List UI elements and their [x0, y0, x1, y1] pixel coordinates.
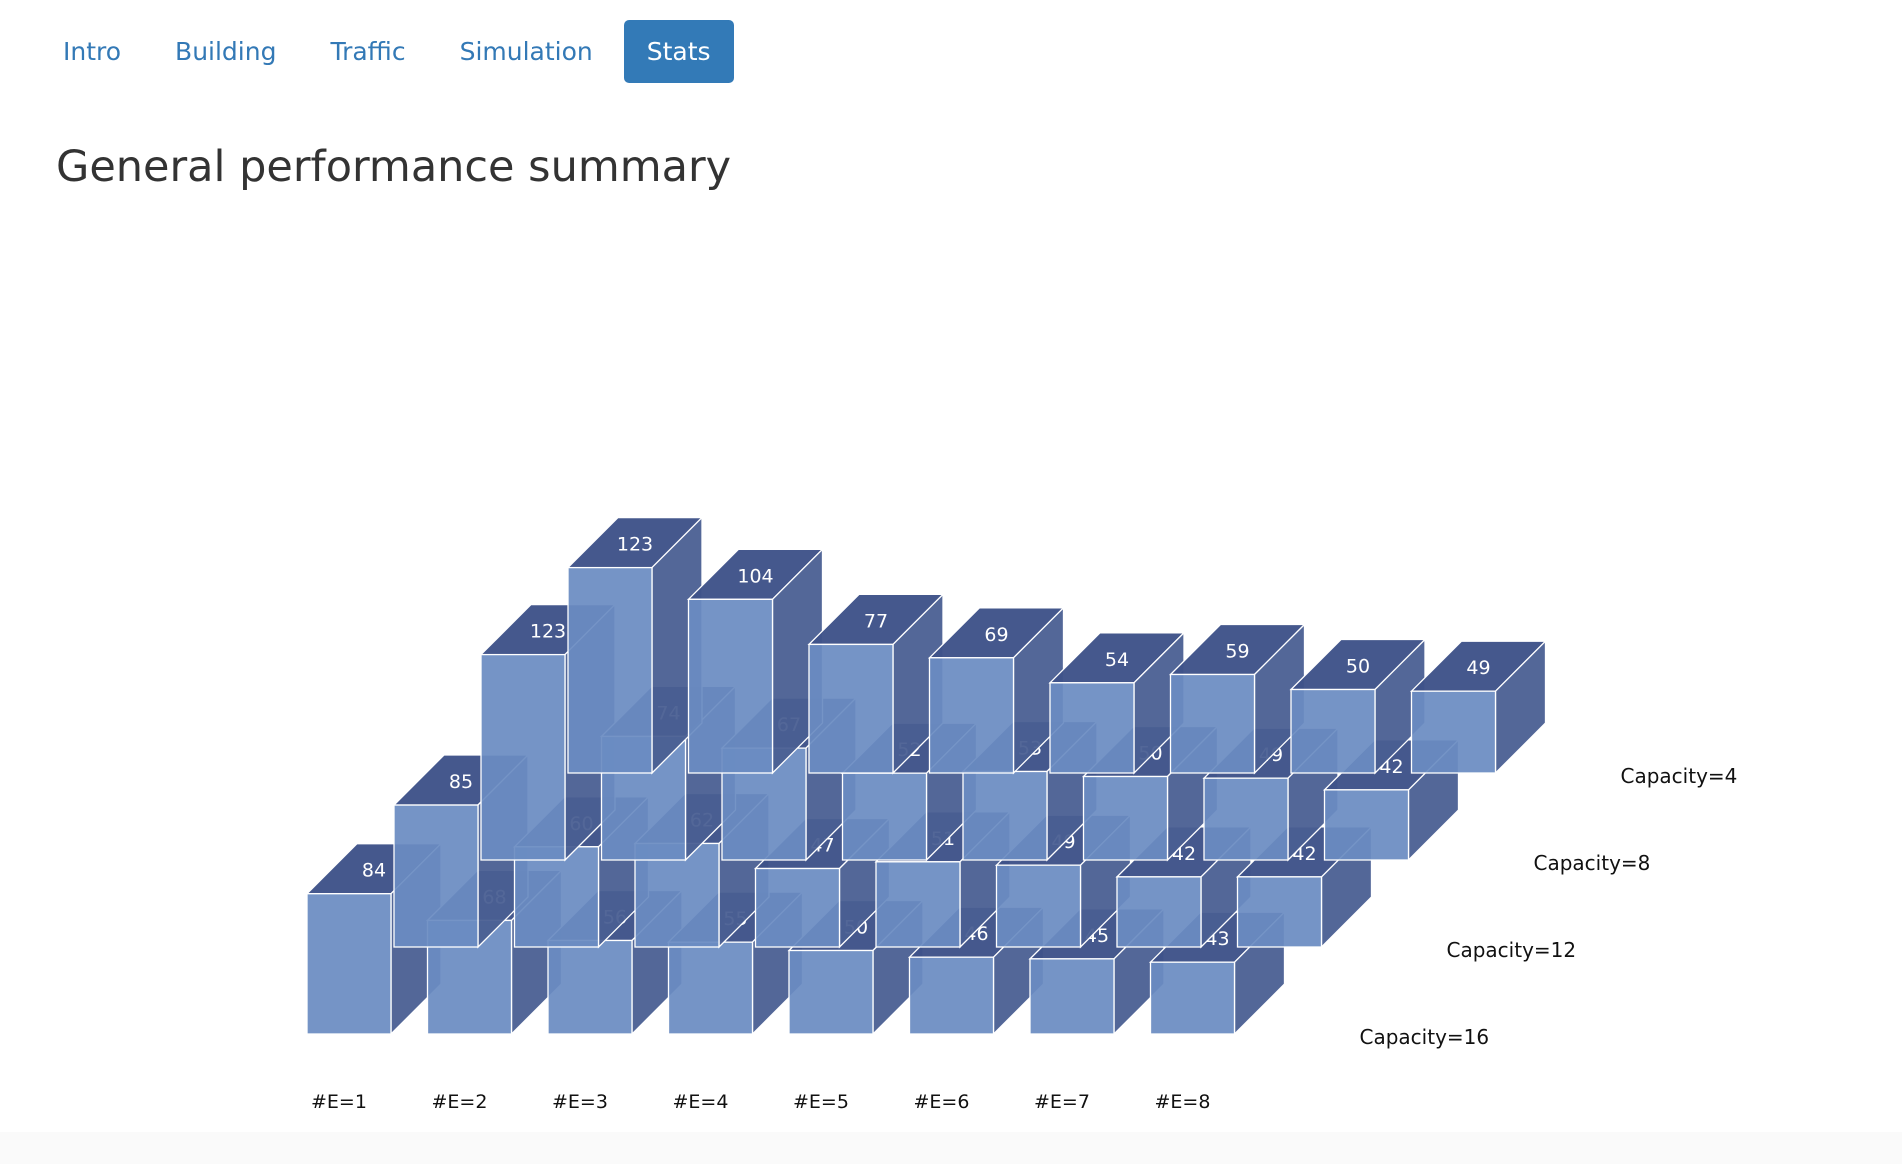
bar-front	[393, 804, 479, 948]
bar-front	[875, 861, 961, 948]
data-label: 59	[1225, 640, 1249, 662]
data-label: 54	[1105, 649, 1129, 671]
series-label: Capacity=16	[1360, 1025, 1490, 1049]
bar-front	[1029, 958, 1115, 1035]
bar-front	[1149, 961, 1236, 1035]
bar-front	[962, 770, 1048, 861]
bar-front	[567, 566, 653, 774]
bar-front	[928, 657, 1015, 774]
category-label: #E=4	[673, 1091, 729, 1113]
data-label: 50	[1346, 656, 1370, 678]
bar-front	[808, 643, 894, 774]
bar-front	[480, 653, 566, 861]
bar-front	[788, 949, 874, 1035]
bar-capacity-4-e8: 49	[1409, 639, 1548, 775]
bar-front	[687, 598, 774, 774]
bar-front	[513, 846, 600, 948]
data-label: 123	[617, 534, 653, 556]
data-label: 85	[449, 771, 473, 793]
category-label: #E=3	[552, 1091, 608, 1113]
data-label: 84	[362, 860, 386, 882]
bar-front	[1323, 789, 1410, 861]
category-label: #E=5	[793, 1091, 849, 1113]
bar-front	[908, 956, 995, 1035]
data-label: 77	[864, 610, 888, 632]
bar-front	[995, 864, 1082, 948]
bar-front	[1203, 777, 1289, 861]
bar-front	[1116, 876, 1202, 948]
bar-front	[547, 939, 633, 1035]
category-label: #E=6	[914, 1091, 970, 1113]
footer	[0, 1132, 1902, 1164]
category-label: #E=1	[311, 1091, 367, 1113]
bar-front	[841, 772, 928, 861]
category-label: #E=2	[432, 1091, 488, 1113]
series-label: Capacity=4	[1621, 764, 1738, 788]
data-label: 123	[530, 621, 566, 643]
bar-capacity-4-e2: 104	[686, 547, 825, 775]
series-label: Capacity=8	[1534, 851, 1651, 875]
bar-front	[1410, 690, 1497, 774]
data-label: 49	[1466, 657, 1490, 679]
bar-front	[1082, 775, 1169, 861]
bar-front	[1049, 682, 1135, 774]
bar-front	[667, 941, 754, 1035]
performance-3d-bar-chart: 8468565550464543Capacity=168560624751494…	[305, 516, 1738, 1113]
bar-front	[1169, 673, 1256, 774]
data-label: 69	[984, 624, 1008, 646]
series-label: Capacity=12	[1447, 938, 1577, 962]
bar-front	[1290, 688, 1376, 774]
category-label: #E=8	[1155, 1091, 1211, 1113]
bar-front	[306, 893, 392, 1035]
data-label: 104	[737, 565, 773, 587]
bar-capacity-4-e1: 123	[566, 516, 704, 775]
category-label: #E=7	[1034, 1091, 1090, 1113]
bar-front	[1236, 876, 1323, 948]
bar-front	[754, 867, 841, 948]
